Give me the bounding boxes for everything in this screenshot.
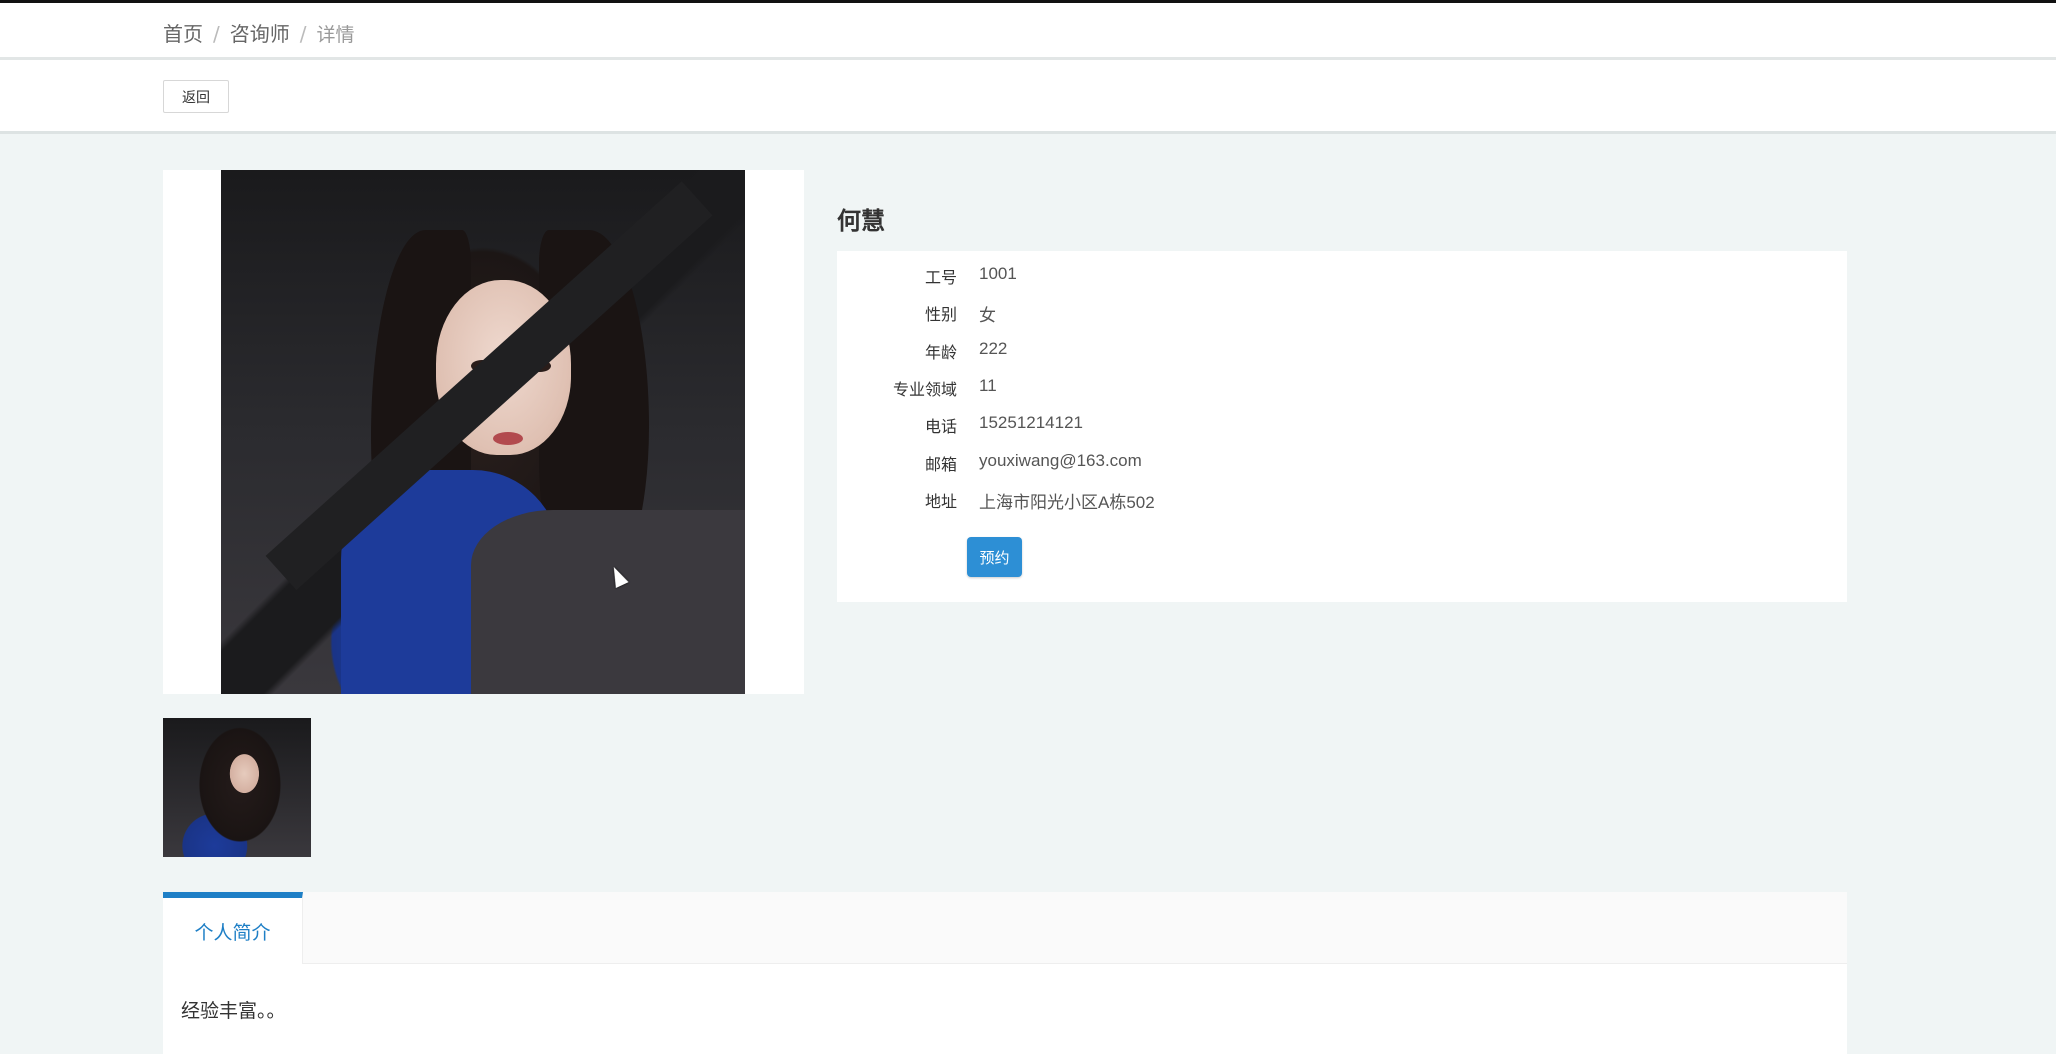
tabs-header: 个人简介 [163,892,1847,964]
breadcrumb-home[interactable]: 首页 [163,22,203,46]
consultant-name: 何慧 [837,207,885,235]
info-value: 222 [979,339,1008,358]
photo-lips [493,432,523,445]
consultant-info-panel: 工号 1001 性别 女 年龄 222 专业领域 11 电话 152512141… [837,251,1847,602]
main-photo-container [163,170,804,694]
breadcrumb-current: 详情 [316,24,355,46]
info-row-specialty: 专业领域 11 [837,376,1847,412]
info-row-address: 地址 上海市阳光小区A栋502 [837,488,1847,524]
info-label: 工号 [924,268,957,287]
reserve-button[interactable]: 预约 [967,537,1022,577]
info-row-employee-id: 工号 1001 [837,264,1847,300]
photo-coat [471,510,745,694]
breadcrumb-separator: / [213,22,220,46]
info-row-age: 年龄 222 [837,339,1847,375]
profile-intro-text: 经验丰富。。 [181,1000,286,1022]
tab-profile[interactable]: 个人简介 [163,892,303,964]
info-label: 性别 [924,305,957,324]
info-label: 邮箱 [924,455,957,474]
info-label: 电话 [924,417,957,436]
photo-thumbnail[interactable] [163,718,311,857]
back-button[interactable]: 返回 [163,80,229,113]
info-value: 1001 [979,264,1017,283]
info-row-phone: 电话 15251214121 [837,413,1847,449]
breadcrumb-separator: / [299,22,307,46]
info-label: 专业领域 [892,380,957,399]
info-label: 年龄 [924,343,957,362]
info-row-email: 邮箱 youxiwang@163.com [837,451,1847,487]
info-label: 地址 [924,492,957,511]
consultant-photo [221,170,745,694]
toolbar: 返回 [0,60,2056,134]
breadcrumb: 首页 / 咨询师 / 详情 [163,18,355,47]
top-bar: 首页 / 咨询师 / 详情 [0,0,2056,60]
info-value: youxiwang@163.com [979,451,1142,470]
breadcrumb-consultants[interactable]: 咨询师 [230,22,290,46]
info-value: 上海市阳光小区A栋502 [979,493,1155,512]
info-value: 15251214121 [979,413,1084,432]
info-value: 女 [979,306,996,325]
info-row-gender: 性别 女 [837,301,1847,337]
info-value: 11 [979,376,997,395]
tabs-container: 个人简介 经验丰富。。 [163,892,1847,1054]
